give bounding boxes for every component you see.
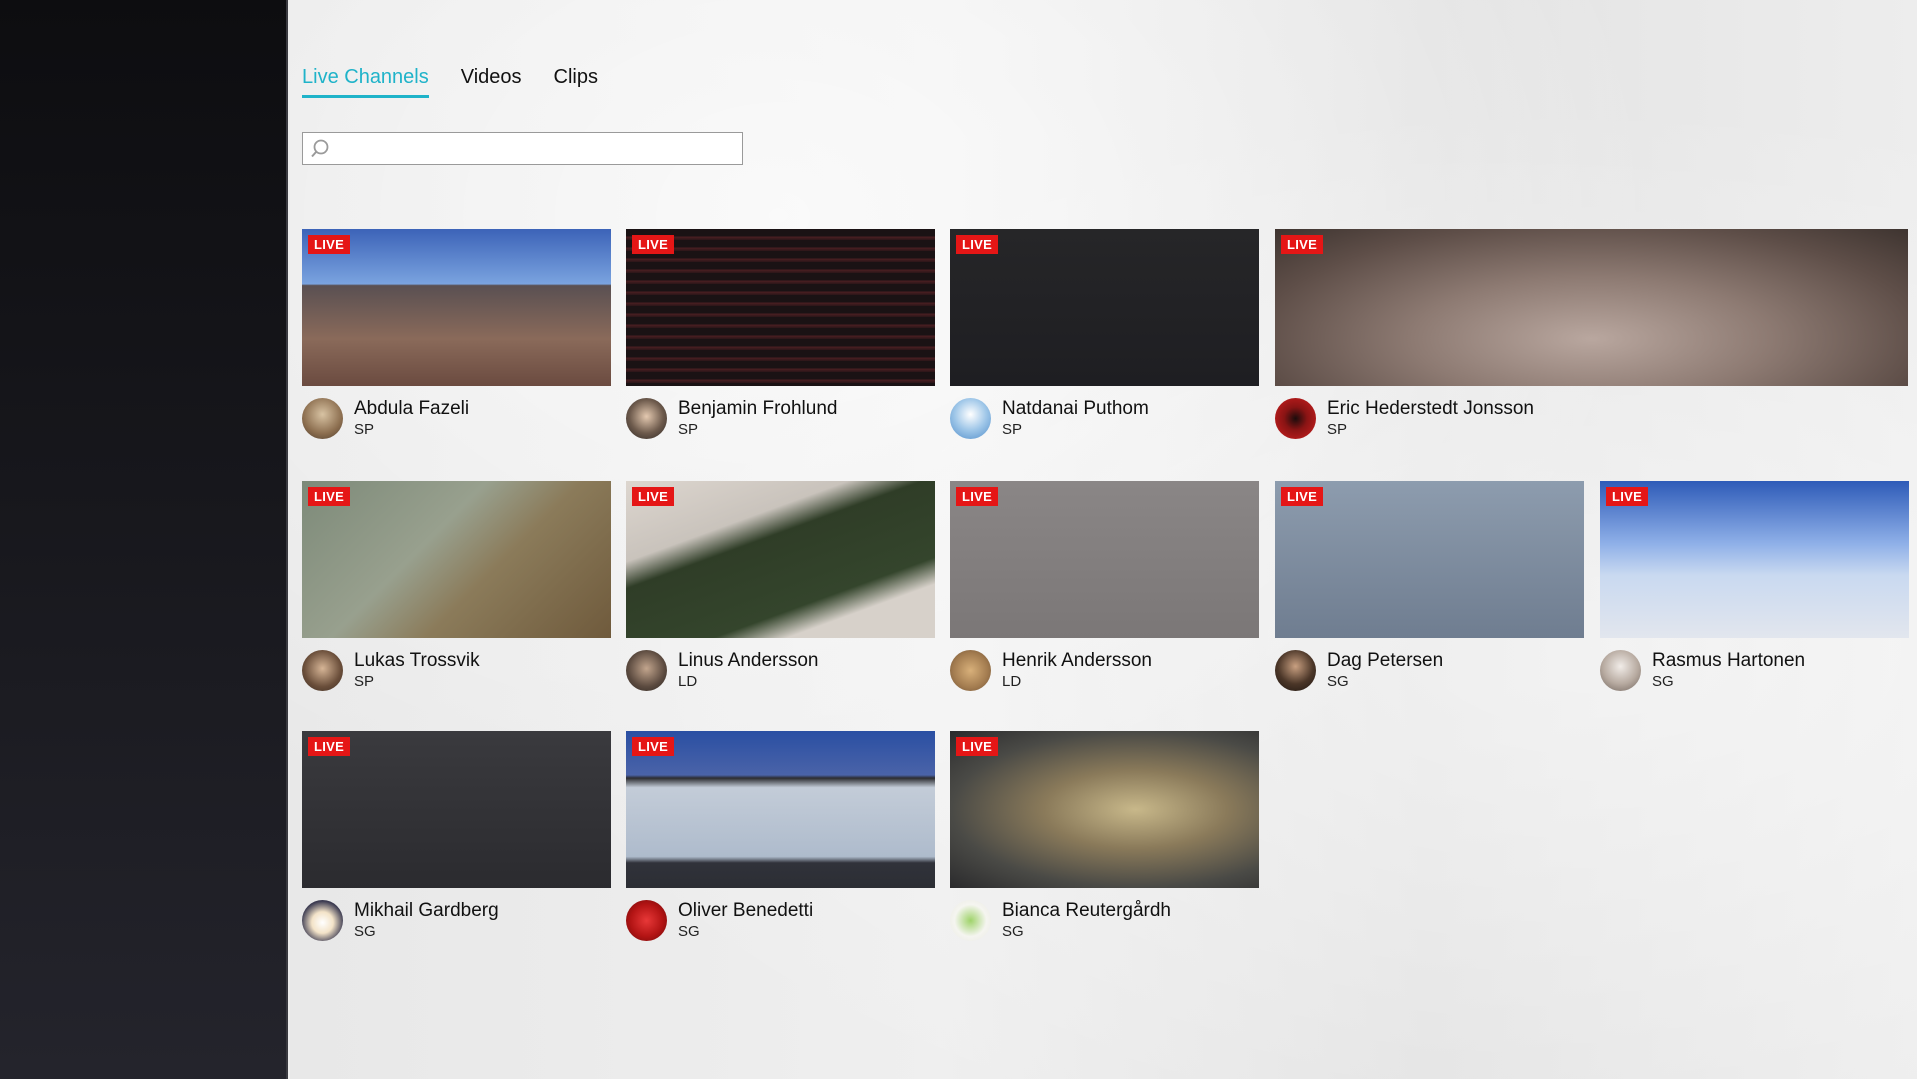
channel-role: SP [678,421,699,438]
avatar[interactable] [626,650,667,691]
live-badge: LIVE [632,235,675,254]
search-box [302,132,743,165]
sidebar [0,0,288,1079]
avatar[interactable] [302,398,343,439]
channel-name[interactable]: Henrik Andersson [1002,650,1152,672]
channel-name[interactable]: Bianca Reutergårdh [1002,900,1171,922]
channel-name[interactable]: Rasmus Hartonen [1652,650,1805,672]
channel-name[interactable]: Lukas Trossvik [354,650,480,672]
stream-thumbnail[interactable]: LIVE [302,481,611,638]
channel-role: SP [354,673,375,690]
live-badge: LIVE [956,487,999,506]
stream-thumbnail[interactable]: LIVE [1600,481,1909,638]
channel-name[interactable]: Benjamin Frohlund [678,398,837,420]
avatar[interactable] [626,900,667,941]
live-badge: LIVE [308,487,351,506]
stream-thumbnail[interactable]: LIVE [302,229,611,386]
avatar[interactable] [950,398,991,439]
tab-clips[interactable]: Clips [554,66,598,98]
channel-role: SG [354,923,376,940]
stream-thumbnail[interactable]: LIVE [626,731,935,888]
stream-thumbnail[interactable]: LIVE [950,731,1259,888]
channel-name[interactable]: Oliver Benedetti [678,900,813,922]
stream-thumbnail[interactable]: LIVE [1275,481,1584,638]
live-badge: LIVE [1606,487,1649,506]
channel-card[interactable]: LIVE Bianca Reutergårdh SG [950,731,1259,942]
channel-role: SP [1327,421,1348,438]
channel-card[interactable]: LIVE Benjamin Frohlund SP [626,229,935,440]
live-badge: LIVE [632,487,675,506]
live-badge: LIVE [956,737,999,756]
avatar[interactable] [302,650,343,691]
channel-role: SG [1327,673,1349,690]
live-badge: LIVE [1281,235,1324,254]
avatar[interactable] [626,398,667,439]
channel-role: LD [678,673,698,690]
stream-thumbnail[interactable]: LIVE [302,731,611,888]
channel-role: SP [1002,421,1023,438]
channel-role: LD [1002,673,1022,690]
channel-role: SG [1652,673,1674,690]
stream-thumbnail[interactable]: LIVE [950,229,1259,386]
channel-card[interactable]: LIVE Lukas Trossvik SP [302,481,611,692]
channel-name[interactable]: Eric Hederstedt Jonsson [1327,398,1534,420]
live-badge: LIVE [632,737,675,756]
channel-role: SG [1002,923,1024,940]
stream-thumbnail[interactable]: LIVE [1275,229,1908,386]
channel-name[interactable]: Abdula Fazeli [354,398,469,420]
tab-live-channels[interactable]: Live Channels [302,66,429,98]
avatar[interactable] [950,650,991,691]
stream-thumbnail[interactable]: LIVE [626,229,935,386]
search-input[interactable] [335,133,742,164]
avatar[interactable] [302,900,343,941]
channel-card[interactable]: LIVE Natdanai Puthom SP [950,229,1259,440]
channel-name[interactable]: Dag Petersen [1327,650,1443,672]
channel-card[interactable]: LIVE Mikhail Gardberg SG [302,731,611,942]
channel-name[interactable]: Natdanai Puthom [1002,398,1149,420]
channel-name[interactable]: Mikhail Gardberg [354,900,499,922]
live-badge: LIVE [308,235,351,254]
channel-card[interactable]: LIVE Henrik Andersson LD [950,481,1259,692]
live-badge: LIVE [956,235,999,254]
avatar[interactable] [1275,398,1316,439]
channel-card[interactable]: LIVE Rasmus Hartonen SG [1600,481,1909,692]
channel-card[interactable]: LIVE Abdula Fazeli SP [302,229,611,440]
channel-card[interactable]: LIVE Dag Petersen SG [1275,481,1584,692]
avatar[interactable] [1600,650,1641,691]
avatar[interactable] [950,900,991,941]
tab-bar: Live Channels Videos Clips [302,66,598,98]
stream-thumbnail[interactable]: LIVE [626,481,935,638]
stream-thumbnail[interactable]: LIVE [950,481,1259,638]
search-icon [309,138,331,160]
channel-role: SP [354,421,375,438]
avatar[interactable] [1275,650,1316,691]
tab-videos[interactable]: Videos [461,66,522,98]
channel-card[interactable]: LIVE Linus Andersson LD [626,481,935,692]
channel-card[interactable]: LIVE Oliver Benedetti SG [626,731,935,942]
live-badge: LIVE [1281,487,1324,506]
live-badge: LIVE [308,737,351,756]
channel-role: SG [678,923,700,940]
channel-name[interactable]: Linus Andersson [678,650,819,672]
channel-card[interactable]: LIVE Eric Hederstedt Jonsson SP [1275,229,1908,440]
